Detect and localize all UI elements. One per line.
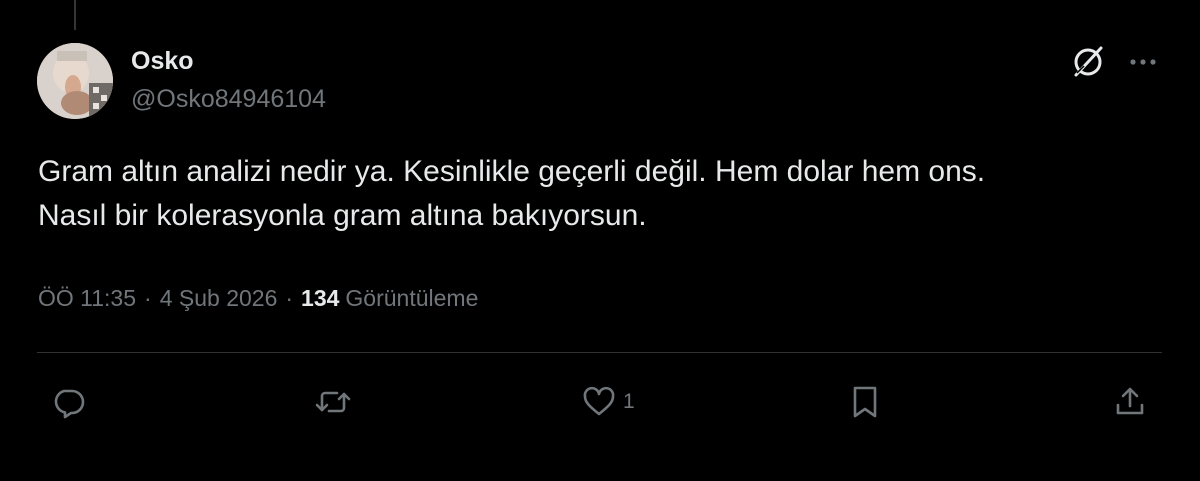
heart-icon	[583, 386, 615, 416]
meta-separator: ·	[285, 285, 294, 311]
share-button[interactable]	[1112, 382, 1148, 422]
divider	[37, 352, 1162, 353]
tweet-metadata: ÖÖ 11:35 · 4 Şub 2026 · 134 Görüntüleme	[38, 283, 478, 313]
thread-connector-line	[74, 0, 76, 30]
like-count: 1	[623, 390, 635, 413]
bookmark-button[interactable]	[849, 382, 881, 422]
tweet-time[interactable]: ÖÖ 11:35	[38, 285, 136, 311]
repost-button[interactable]	[313, 382, 353, 422]
repost-icon	[315, 391, 351, 413]
grok-icon[interactable]	[1070, 44, 1106, 80]
bookmark-icon	[853, 386, 877, 418]
share-icon	[1116, 387, 1144, 415]
avatar[interactable]	[37, 43, 113, 119]
tweet-date[interactable]: 4 Şub 2026	[160, 285, 278, 311]
reply-button[interactable]	[50, 382, 86, 422]
author-handle[interactable]: @Osko84946104	[131, 84, 326, 114]
tweet-text: Gram altın analizi nedir ya. Kesinlikle …	[38, 155, 986, 232]
like-button[interactable]: 1	[581, 382, 635, 422]
more-options-icon[interactable]	[1125, 48, 1161, 76]
author-display-name[interactable]: Osko	[131, 46, 194, 76]
meta-separator: ·	[144, 285, 152, 311]
views-label: Görüntüleme	[345, 285, 479, 311]
views-count[interactable]: 134	[301, 285, 339, 311]
reply-icon	[54, 389, 85, 419]
